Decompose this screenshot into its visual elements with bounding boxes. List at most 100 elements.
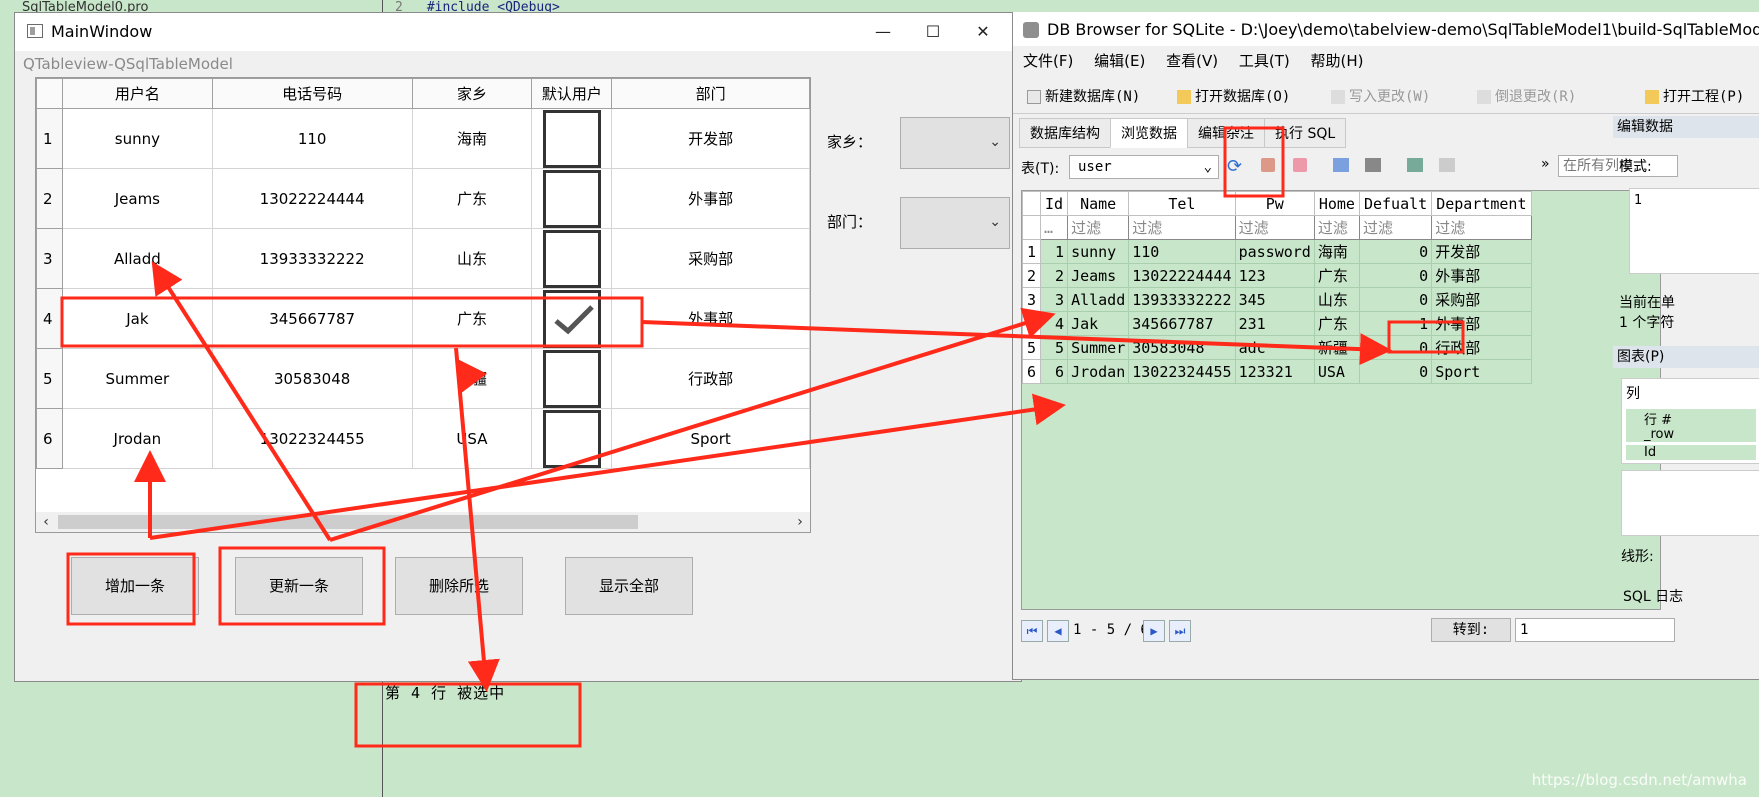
filter-pw[interactable]: 过滤	[1234, 215, 1315, 240]
update-row-button[interactable]: 更新一条	[235, 557, 363, 615]
cell-dept[interactable]: 开发部	[611, 108, 810, 169]
grid-corner[interactable]	[1022, 191, 1041, 216]
filter-id[interactable]: …	[1039, 215, 1069, 240]
column-header-phone[interactable]: 电话号码	[211, 78, 413, 109]
table-row[interactable]: 6 Jrodan 13022324455 USA Sport	[36, 408, 810, 469]
table-row[interactable]: 5 Summer 30583048 新疆 行政部	[36, 348, 810, 409]
cell-default[interactable]	[531, 288, 613, 349]
cell-home[interactable]: 海南	[411, 108, 533, 169]
cell-home[interactable]: 新疆	[411, 348, 533, 409]
cell-default[interactable]	[531, 168, 613, 229]
grid-cell-tel[interactable]: 13022324455	[1128, 359, 1236, 384]
grid-cell-default[interactable]: 0	[1358, 335, 1433, 360]
cell-default[interactable]	[531, 348, 613, 409]
grid-cell-pw[interactable]: adc	[1234, 335, 1315, 360]
grid-header-department[interactable]: Department	[1431, 191, 1532, 216]
grid-cell-tel[interactable]: 110	[1128, 239, 1236, 264]
new-database-button[interactable]: 新建数据库(N)	[1027, 86, 1140, 106]
next-page-icon[interactable]: ▶	[1143, 620, 1165, 642]
grid-cell-home[interactable]: 广东	[1313, 311, 1360, 336]
filter-name[interactable]: 过滤	[1067, 215, 1130, 240]
grid-cell-home[interactable]: 山东	[1313, 287, 1360, 312]
cell-dept[interactable]: 行政部	[611, 348, 810, 409]
menu-file[interactable]: 文件(F)	[1023, 50, 1073, 71]
cell-home[interactable]: 山东	[411, 228, 533, 289]
revert-changes-button[interactable]: 倒退更改(R)	[1477, 86, 1576, 106]
grid-cell-default[interactable]: 0	[1358, 239, 1433, 264]
clear-filters-icon[interactable]	[1261, 158, 1275, 172]
cell-phone[interactable]: 110	[211, 108, 413, 169]
delete-record-icon[interactable]	[1439, 158, 1455, 172]
grid-cell-name[interactable]: Alladd	[1067, 287, 1130, 312]
cell-home[interactable]: 广东	[411, 288, 533, 349]
grid-cell-pw[interactable]: 231	[1234, 311, 1315, 336]
filter-department[interactable]: 过滤	[1431, 215, 1532, 240]
filter-tel[interactable]: 过滤	[1128, 215, 1236, 240]
show-all-button[interactable]: 显示全部	[565, 557, 693, 615]
plot-columns-list[interactable]: 列 行 # _row Id	[1621, 378, 1759, 464]
table-selector[interactable]: user ⌄	[1069, 155, 1219, 179]
refresh-icon[interactable]: ⟳	[1227, 156, 1242, 177]
grid-cell-home[interactable]: 海南	[1313, 239, 1360, 264]
cell-username[interactable]: Jak	[61, 288, 213, 349]
grid-cell-id[interactable]: 4	[1039, 311, 1069, 336]
grid-cell-default[interactable]: 0	[1358, 287, 1433, 312]
grid-cell-id[interactable]: 5	[1039, 335, 1069, 360]
grid-cell-tel[interactable]: 345667787	[1128, 311, 1236, 336]
grid-cell-id[interactable]: 2	[1039, 263, 1069, 288]
open-project-button[interactable]: 打开工程(P)	[1645, 86, 1744, 106]
grid-cell-home[interactable]: 广东	[1313, 263, 1360, 288]
grid-cell-name[interactable]: Jeams	[1067, 263, 1130, 288]
prev-page-icon[interactable]: ◀	[1047, 620, 1069, 642]
cell-dept[interactable]: 采购部	[611, 228, 810, 289]
cell-default[interactable]	[531, 228, 613, 289]
grid-cell-pw[interactable]: 123321	[1234, 359, 1315, 384]
table-row[interactable]: 1 sunny 110 海南 开发部	[36, 108, 810, 169]
print-icon[interactable]	[1365, 158, 1381, 172]
cell-username[interactable]: Jrodan	[61, 408, 213, 469]
grid-cell-pw[interactable]: 123	[1234, 263, 1315, 288]
column-header-home[interactable]: 家乡	[411, 78, 533, 109]
clear-sort-icon[interactable]	[1293, 158, 1307, 172]
column-item[interactable]: _row	[1626, 427, 1756, 442]
grid-cell-pw[interactable]: password	[1234, 239, 1315, 264]
row-header[interactable]: 1	[36, 108, 63, 169]
grid-row-number[interactable]: 2	[1022, 263, 1041, 288]
grid-cell-tel[interactable]: 30583048	[1128, 335, 1236, 360]
grid-row[interactable]: 3 3 Alladd 13933332222 345 山东 0 采购部	[1022, 287, 1532, 312]
grid-cell-name[interactable]: Summer	[1067, 335, 1130, 360]
table-row[interactable]: 3 Alladd 13933332222 山东 采购部	[36, 228, 810, 289]
horizontal-scrollbar[interactable]: ‹ ›	[36, 512, 810, 532]
grid-cell-tel[interactable]: 13022224444	[1128, 263, 1236, 288]
grid-row-number[interactable]: 6	[1022, 359, 1041, 384]
db-titlebar[interactable]: DB Browser for SQLite - D:\Joey\demo\tab…	[1013, 12, 1759, 46]
cell-dept[interactable]: 外事部	[611, 288, 810, 349]
grid-row-number[interactable]: 5	[1022, 335, 1041, 360]
cell-dept[interactable]: Sport	[611, 408, 810, 469]
grid-cell-tel[interactable]: 13933332222	[1128, 287, 1236, 312]
column-item[interactable]: 行 #	[1626, 409, 1756, 428]
insert-record-icon[interactable]	[1407, 158, 1423, 172]
default-user-checkbox[interactable]	[542, 409, 601, 468]
menu-tools[interactable]: 工具(T)	[1239, 50, 1290, 71]
scrollbar-thumb[interactable]	[58, 515, 638, 529]
sql-log-tab[interactable]: SQL 日志	[1623, 586, 1683, 606]
grid-cell-id[interactable]: 6	[1039, 359, 1069, 384]
grid-header-tel[interactable]: Tel	[1128, 191, 1236, 216]
default-user-checkbox[interactable]	[542, 169, 601, 228]
open-database-button[interactable]: 打开数据库(O)	[1177, 86, 1290, 106]
cell-default[interactable]	[531, 408, 613, 469]
corner-header[interactable]	[36, 78, 63, 109]
grid-cell-default[interactable]: 1	[1358, 311, 1433, 336]
default-user-checkbox[interactable]	[542, 109, 601, 168]
row-header[interactable]: 5	[36, 348, 63, 409]
grid-cell-department[interactable]: Sport	[1431, 359, 1532, 384]
grid-row[interactable]: 4 4 Jak 345667787 231 广东 1 外事部	[1022, 311, 1532, 336]
cell-phone[interactable]: 13022224444	[211, 168, 413, 229]
minimize-button[interactable]: —	[863, 19, 903, 45]
row-header[interactable]: 3	[36, 228, 63, 289]
cell-phone[interactable]: 13022324455	[211, 408, 413, 469]
data-grid[interactable]: Id Name Tel Pw Home Defualt Department ……	[1021, 190, 1661, 610]
cell-default[interactable]	[531, 108, 613, 169]
default-user-checkbox[interactable]	[542, 229, 601, 288]
